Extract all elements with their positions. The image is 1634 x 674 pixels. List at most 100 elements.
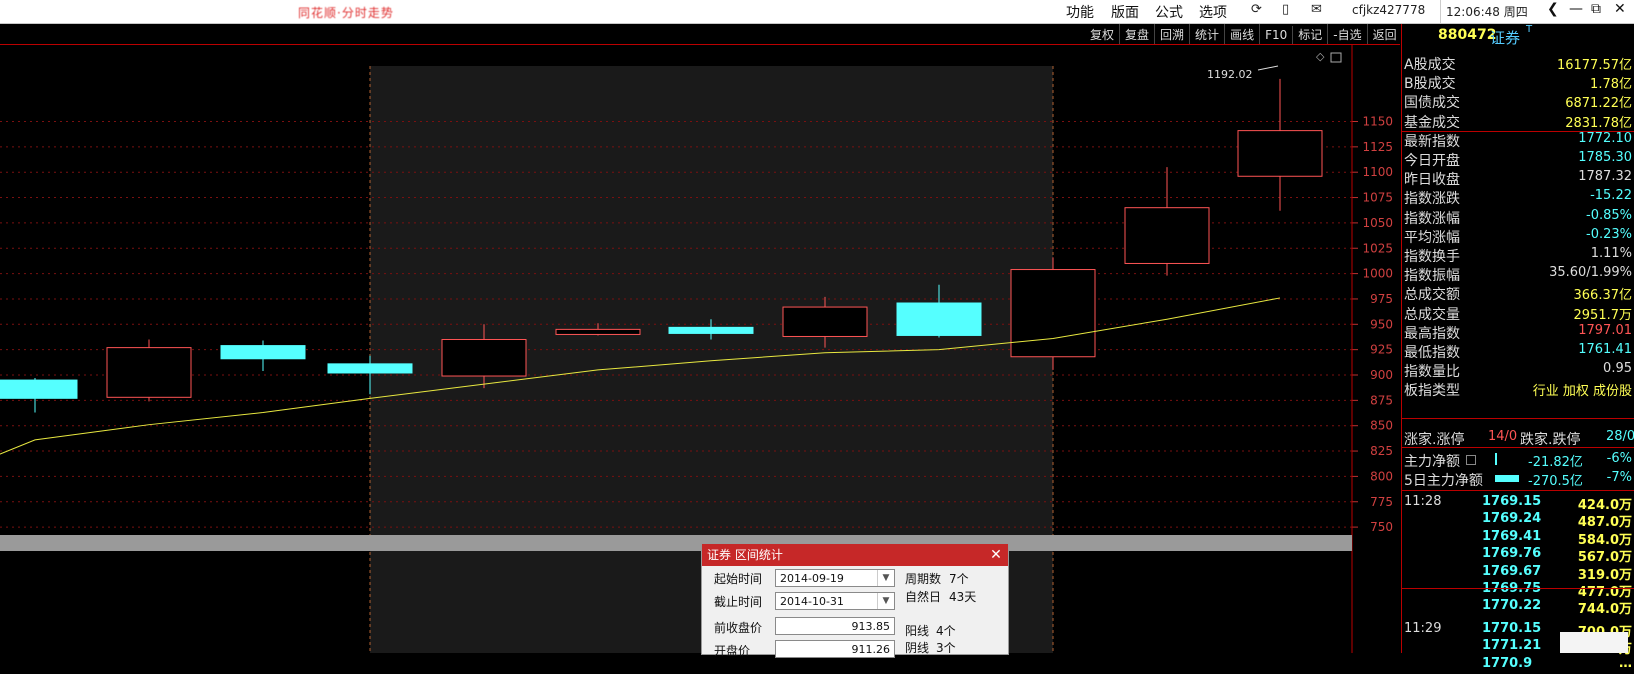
toolbar-remove-watchlist[interactable]: -自选 bbox=[1328, 24, 1368, 45]
y-tick-label: 1000 bbox=[1362, 267, 1393, 281]
stat-row: 平均涨幅 -0.23% bbox=[1402, 227, 1634, 246]
tick-price: 1769.15 bbox=[1482, 494, 1542, 509]
stat-row: 指数换手 1.11% bbox=[1402, 246, 1634, 265]
main-net-label: 主力净额 bbox=[1404, 454, 1460, 470]
scroll-corner[interactable] bbox=[1560, 632, 1628, 653]
candle-body bbox=[1010, 269, 1096, 358]
open-field: 911.26 bbox=[775, 640, 895, 658]
menu-options[interactable]: 选项 bbox=[1199, 2, 1227, 22]
tick-time: 11:29 bbox=[1404, 620, 1442, 636]
candle-body bbox=[1237, 130, 1323, 177]
toolbar-mark[interactable]: 标记 bbox=[1293, 24, 1329, 45]
stat-label: 指数涨幅 bbox=[1404, 210, 1460, 227]
stat-value: 35.60/1.99% bbox=[1549, 265, 1632, 281]
y-tick-label: 1100 bbox=[1362, 165, 1393, 179]
phone-icon[interactable]: ▯ bbox=[1282, 2, 1289, 17]
stat-row: 昨日收盘 1787.32 bbox=[1402, 169, 1634, 188]
y-tick-label: 850 bbox=[1370, 419, 1393, 433]
stat-row: 指数涨幅 -0.85% bbox=[1402, 208, 1634, 227]
expand-icon[interactable] bbox=[1466, 455, 1476, 465]
days-value: 43天 bbox=[949, 590, 977, 604]
tick-time: 11:28 bbox=[1404, 494, 1442, 509]
stat-row: 国债成交 6871.22亿 bbox=[1402, 92, 1634, 111]
board-type-label: 板指类型 bbox=[1404, 383, 1460, 400]
dialog-close-icon[interactable]: ✕ bbox=[984, 544, 1008, 566]
toolbar-restore-rights[interactable]: 复权 bbox=[1085, 24, 1121, 45]
stat-value: 1761.41 bbox=[1578, 342, 1632, 357]
stat-label: 最低指数 bbox=[1404, 345, 1460, 361]
mail-icon[interactable]: ✉ bbox=[1311, 2, 1322, 17]
stat-row: A股成交 16177.57亿 bbox=[1402, 54, 1634, 73]
candle[interactable] bbox=[220, 340, 306, 371]
candle[interactable] bbox=[0, 378, 78, 413]
toolbar-backtrack[interactable]: 回溯 bbox=[1155, 24, 1191, 45]
username[interactable]: cfjkz427778 bbox=[1352, 3, 1425, 17]
tick-price: 1770.22 bbox=[1482, 598, 1542, 614]
start-label: 起始时间 bbox=[714, 572, 763, 586]
tick-row: 1770.22 744.0万 bbox=[1402, 598, 1634, 617]
end-date-field[interactable]: 2014-10-31 ▼ bbox=[775, 592, 895, 610]
menu-function[interactable]: 功能 bbox=[1066, 2, 1094, 22]
candle[interactable] bbox=[1010, 257, 1096, 370]
maximize-icon[interactable]: ⧉ bbox=[1591, 1, 1601, 17]
stat-row: 指数涨跌 -15.22 bbox=[1402, 188, 1634, 207]
y-tick-label: 1050 bbox=[1362, 216, 1393, 230]
stat-value: 1772.10 bbox=[1578, 130, 1632, 146]
candle-body bbox=[896, 302, 982, 336]
stat-label: 指数涨跌 bbox=[1404, 191, 1460, 208]
window-icon[interactable] bbox=[1330, 52, 1342, 63]
toolbar-f10[interactable]: F10 bbox=[1260, 26, 1294, 44]
quote-panel: 880472 证券 T A股成交 16177.57亿 B股成交 1.78亿 国债成交 68… bbox=[1402, 24, 1634, 671]
board-type-value[interactable]: 行业 加权 成份股 bbox=[1533, 380, 1632, 399]
stat-label: 国债成交 bbox=[1404, 95, 1460, 112]
y-tick-label: 1150 bbox=[1362, 115, 1393, 129]
tick-price: 1770.9 bbox=[1482, 655, 1533, 671]
toolbar-draw-line[interactable]: 画线 bbox=[1225, 24, 1261, 45]
candle-body bbox=[441, 339, 527, 377]
diamond-icon[interactable]: ◇ bbox=[1316, 50, 1325, 63]
close-icon[interactable]: ✕ bbox=[1614, 1, 1626, 17]
candle[interactable] bbox=[1124, 167, 1210, 276]
y-tick-label: 900 bbox=[1370, 368, 1393, 382]
stat-value: 2831.78亿 bbox=[1565, 115, 1632, 131]
start-date-field[interactable]: 2014-09-19 ▼ bbox=[775, 569, 895, 587]
stat-row: 今日开盘 1785.30 bbox=[1402, 150, 1634, 169]
limit-down-value: 28/0 bbox=[1606, 429, 1634, 444]
refresh-icon[interactable]: ⟳ bbox=[1251, 2, 1262, 17]
index-name: 证券 bbox=[1490, 29, 1521, 47]
back-icon[interactable]: ❮ bbox=[1547, 1, 1559, 17]
menu-layout[interactable]: 版面 bbox=[1111, 2, 1139, 22]
candle-body bbox=[220, 345, 306, 360]
periods-value: 7个 bbox=[949, 572, 969, 586]
stat-row: 总成交额 366.37亿 bbox=[1402, 284, 1634, 303]
minimize-icon[interactable]: — bbox=[1569, 1, 1583, 17]
toolbar-return[interactable]: 返回 bbox=[1368, 24, 1403, 45]
menu-formula[interactable]: 公式 bbox=[1155, 2, 1183, 22]
chevron-down-icon[interactable]: ▼ bbox=[877, 570, 894, 586]
stat-label: 今日开盘 bbox=[1404, 153, 1460, 169]
tick-volume: 424.0万 bbox=[1577, 498, 1632, 513]
y-tick-label: 950 bbox=[1370, 317, 1393, 331]
stat-value: -0.85% bbox=[1586, 207, 1632, 223]
candle[interactable] bbox=[1237, 78, 1323, 211]
toolbar-replay[interactable]: 复盘 bbox=[1120, 24, 1156, 45]
dialog-title-bar[interactable]: 证券 区间统计 ✕ bbox=[702, 544, 1008, 566]
app-logo: 同花顺·分时走势 bbox=[298, 6, 394, 20]
candle[interactable] bbox=[106, 339, 192, 402]
stat-row: 指数量比 0.95 bbox=[1402, 361, 1634, 380]
chevron-down-icon[interactable]: ▼ bbox=[877, 593, 894, 609]
yin-value: 3个 bbox=[936, 641, 956, 655]
stat-value: 1797.01 bbox=[1578, 322, 1632, 338]
title-bar: 同花顺·分时走势 功能 版面 公式 选项 ⟳ ▯ ✉ cfjkz427778 1… bbox=[0, 0, 1634, 24]
open-label: 开盘价 bbox=[714, 644, 751, 658]
candle-body bbox=[106, 347, 192, 398]
main-net-row: 主力净额 -21.82亿 -6% bbox=[1402, 451, 1634, 470]
tick-price: 1770.15 bbox=[1482, 620, 1542, 636]
kline-chart[interactable]: 1150 1125 1100 1075 1050 1025 1000 975 950 925 900… bbox=[0, 44, 1400, 653]
stat-value: 1787.32 bbox=[1578, 169, 1632, 185]
clock: 12:06:48 周四 bbox=[1446, 5, 1528, 19]
tick-volume: 487.0万 bbox=[1577, 515, 1632, 531]
yang-value: 4个 bbox=[936, 624, 956, 638]
toolbar-statistics[interactable]: 统计 bbox=[1190, 24, 1226, 45]
stat-value: 366.37亿 bbox=[1573, 288, 1633, 304]
